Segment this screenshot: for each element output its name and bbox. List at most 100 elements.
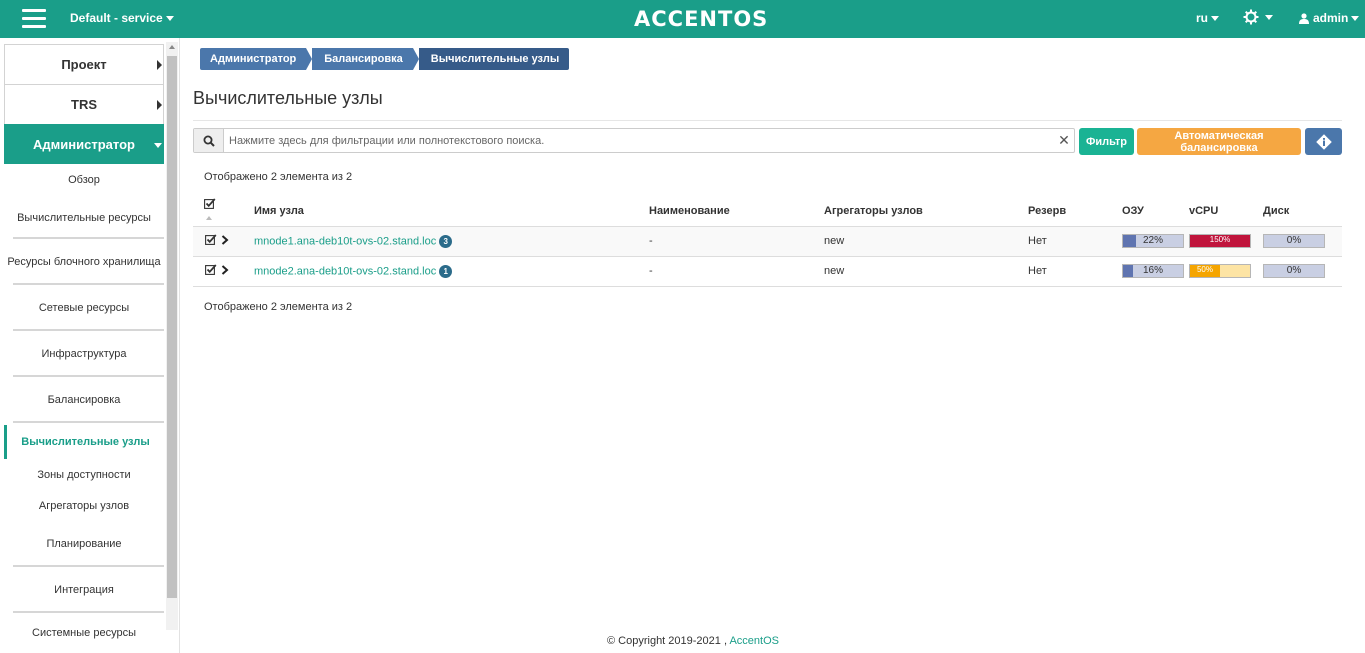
sidebar-subitem-availability-zones[interactable]: Зоны доступности (4, 459, 164, 491)
col-vcpu[interactable]: vCPU (1189, 196, 1263, 227)
user-icon (1299, 12, 1309, 24)
row-checkbox[interactable] (205, 234, 217, 245)
user-menu[interactable]: admin (1299, 11, 1360, 25)
footer: © Copyright 2019-2021 , AccentOS (607, 635, 779, 647)
col-reserve[interactable]: Резерв (1028, 196, 1122, 227)
clear-search-icon[interactable]: ✕ (1054, 129, 1074, 152)
ram-usage-label: 22% (1142, 235, 1163, 246)
item-count-bottom: Отображено 2 элемента из 2 (204, 301, 353, 313)
sidebar-subitem-integration[interactable]: Интеграция (4, 567, 164, 613)
sidebar-subitem-system-resources[interactable]: Системные ресурсы (4, 613, 164, 653)
host-link[interactable]: mnode1.ana-deb10t-ovs-02.stand.loc (254, 235, 436, 247)
breadcrumb-balancing[interactable]: Балансировка (312, 48, 420, 70)
table-row[interactable]: mnode2.ana-deb10t-ovs-02.stand.loc 1 - ne… (193, 256, 1342, 287)
scroll-up-icon[interactable] (169, 45, 175, 49)
check-icon (205, 264, 217, 275)
menu-toggle-icon[interactable] (22, 9, 46, 29)
check-icon (205, 234, 217, 245)
search-bar: ✕ (193, 128, 1075, 153)
sidebar-item-label: Проект (61, 57, 107, 72)
sidebar-scrollbar[interactable] (166, 42, 178, 630)
sidebar-subitem-compute-nodes[interactable]: Вычислительные узлы (4, 425, 164, 459)
chevron-down-icon (1351, 15, 1360, 21)
instance-count-badge: 1 (439, 264, 453, 278)
gear-icon (1243, 9, 1259, 25)
info-button[interactable] (1305, 128, 1342, 155)
sidebar: Проект TRS Администратор Обзор Вычислите… (0, 38, 180, 653)
auto-balance-button[interactable]: Автоматическая балансировка (1137, 128, 1301, 155)
sidebar-item-project[interactable]: Проект (4, 44, 164, 84)
project-selector[interactable]: Default - service (70, 11, 174, 25)
footer-brand-link[interactable]: AccentOS (729, 635, 779, 647)
search-icon (203, 135, 215, 147)
sidebar-item-trs[interactable]: TRS (4, 84, 164, 124)
col-host-aggregates[interactable]: Агрегаторы узлов (824, 196, 1028, 227)
sidebar-subitem-overview[interactable]: Обзор (4, 164, 164, 196)
copyright-text: © Copyright 2019-2021 , (607, 635, 728, 647)
project-selector-label: Default - service (70, 11, 163, 25)
sidebar-subitem-label: Агрегаторы узлов (38, 500, 130, 512)
ram-usage-bar: 22% (1122, 234, 1184, 248)
sidebar-subitem-label: Сетевые ресурсы (38, 302, 130, 314)
search-input[interactable] (224, 129, 1054, 152)
select-all-header (193, 196, 221, 227)
expand-row-icon[interactable] (221, 234, 229, 245)
breadcrumb-admin[interactable]: Администратор (200, 48, 313, 70)
sidebar-subitem-label: Инфраструктура (41, 348, 127, 360)
search-button[interactable] (194, 129, 224, 152)
sidebar-subitem-label: Ресурсы блочного хранилища (7, 256, 161, 268)
col-name[interactable]: Наименование (649, 196, 824, 227)
sidebar-subitem-compute[interactable]: Вычислительные ресурсы (4, 196, 164, 239)
chevron-right-icon (157, 100, 162, 110)
sidebar-subitem-infrastructure[interactable]: Инфраструктура (4, 331, 164, 377)
col-host-name[interactable]: Имя узла (254, 196, 649, 227)
disk-usage-label: 0% (1286, 265, 1302, 276)
sidebar-subitem-label: Системные ресурсы (32, 627, 136, 639)
logo: ACCENTOS (634, 7, 769, 31)
scrollbar-thumb[interactable] (167, 56, 177, 598)
info-icon (1315, 133, 1332, 150)
disk-usage-bar: 0% (1263, 234, 1325, 248)
breadcrumb-compute-nodes: Вычислительные узлы (418, 48, 570, 70)
select-all-checkbox[interactable] (204, 198, 216, 209)
settings-menu[interactable] (1243, 9, 1273, 25)
table-header-row: Имя узла Наименование Агрегаторы узлов Р… (193, 196, 1342, 227)
vcpu-usage-label: 50% (1196, 265, 1213, 274)
sidebar-subitem-network[interactable]: Сетевые ресурсы (4, 285, 164, 331)
sidebar-item-label: TRS (71, 97, 97, 112)
col-disk[interactable]: Диск (1263, 196, 1342, 227)
divider (193, 120, 1342, 121)
chevron-down-icon (1211, 16, 1219, 22)
sidebar-subitem-label: Интеграция (54, 584, 114, 596)
sidebar-item-admin[interactable]: Администратор (4, 124, 164, 164)
sidebar-subitem-label: Балансировка (47, 394, 121, 406)
sidebar-subitem-label: Обзор (68, 174, 100, 186)
sidebar-subitem-scheduling[interactable]: Планирование (4, 521, 164, 567)
sidebar-subitem-label: Вычислительные узлы (21, 436, 150, 448)
sort-asc-icon[interactable] (206, 215, 212, 220)
sidebar-subitem-label: Зоны доступности (37, 469, 131, 481)
sidebar-subitem-balancing[interactable]: Балансировка (4, 377, 164, 423)
table-row[interactable]: mnode1.ana-deb10t-ovs-02.stand.loc 3 - ne… (193, 226, 1342, 257)
chevron-down-icon (1265, 14, 1273, 20)
filter-button[interactable]: Фильтр (1079, 128, 1134, 155)
cell-aggregates: new (824, 256, 1028, 287)
sidebar-subitem-block-storage[interactable]: Ресурсы блочного хранилища (4, 239, 164, 285)
cell-name: - (649, 256, 824, 287)
row-checkbox[interactable] (205, 264, 217, 275)
sidebar-subitem-host-aggregates[interactable]: Агрегаторы узлов (4, 491, 164, 521)
chevron-down-icon (165, 16, 174, 22)
ram-usage-bar: 16% (1122, 264, 1184, 278)
vcpu-usage-bar: 150% (1189, 234, 1251, 248)
item-count-top: Отображено 2 элемента из 2 (204, 171, 353, 183)
expand-row-icon[interactable] (221, 264, 229, 275)
cell-aggregates: new (824, 226, 1028, 257)
disk-usage-bar: 0% (1263, 264, 1325, 278)
vcpu-usage-bar: 50% (1189, 264, 1251, 278)
chevron-right-icon (157, 60, 162, 70)
instance-count-badge: 3 (439, 234, 453, 248)
host-link[interactable]: mnode2.ana-deb10t-ovs-02.stand.loc (254, 265, 436, 277)
language-selector[interactable]: ru (1196, 11, 1219, 25)
col-ram[interactable]: ОЗУ (1122, 196, 1189, 227)
cell-reserve: Нет (1028, 256, 1122, 287)
